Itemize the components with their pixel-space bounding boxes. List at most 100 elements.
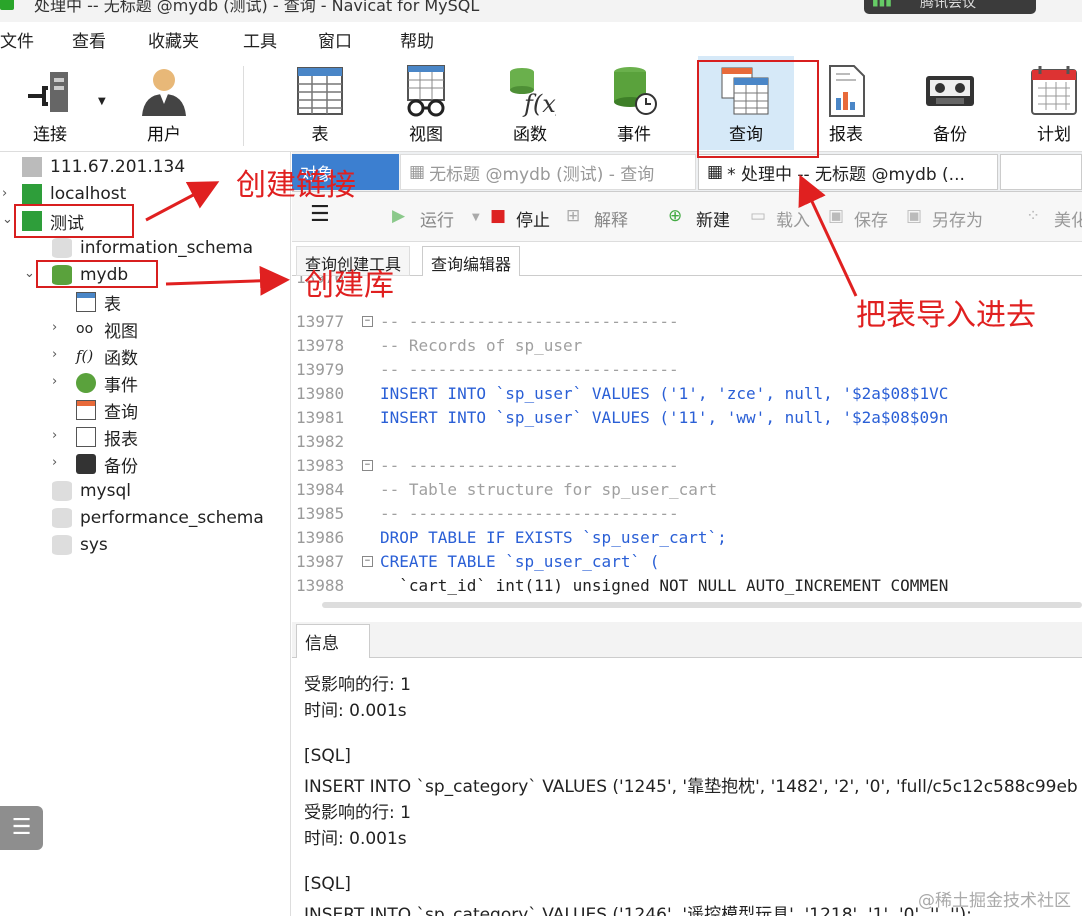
beautify-button[interactable]: 美化 bbox=[1054, 206, 1082, 231]
connection-icon bbox=[22, 184, 42, 204]
chevron-right-icon[interactable]: › bbox=[52, 428, 57, 443]
signal-icon: ▮▮▮ bbox=[872, 0, 892, 8]
menu-icon[interactable]: ☰ bbox=[310, 202, 330, 227]
main-toolbar: 连接 ▼ 用户 表 视图 f(x) 函数 事件 bbox=[0, 56, 1082, 152]
chevron-right-icon[interactable]: › bbox=[52, 347, 57, 362]
line-number: 13986 bbox=[296, 528, 345, 547]
tab-empty[interactable] bbox=[1000, 154, 1082, 190]
toolbar-connection-button[interactable]: 连接 bbox=[10, 56, 90, 150]
tree-node-information-schema[interactable]: information_schema bbox=[52, 235, 253, 261]
info-line: 时间: 0.001s bbox=[304, 701, 407, 721]
chevron-right-icon[interactable]: › bbox=[2, 186, 7, 201]
code-line: CREATE TABLE `sp_user_cart` ( bbox=[380, 552, 660, 571]
tab-info[interactable]: 信息 bbox=[296, 624, 370, 658]
save-as-button[interactable]: 另存为 bbox=[932, 206, 983, 231]
explain-button[interactable]: 解释 bbox=[594, 206, 628, 231]
code-line: DROP TABLE IF EXISTS `sp_user_cart`; bbox=[380, 528, 727, 547]
info-line: 受影响的行: 1 bbox=[304, 675, 411, 695]
run-button[interactable]: 运行 bbox=[420, 206, 454, 231]
floating-list-button[interactable]: ☰ bbox=[0, 806, 43, 850]
tree-node-tables[interactable]: 表 bbox=[76, 289, 121, 315]
code-line: -- ---------------------------- bbox=[380, 456, 679, 475]
tree-node-label: localhost bbox=[50, 184, 127, 204]
menu-file[interactable]: 文件 bbox=[0, 27, 34, 52]
fold-toggle-icon[interactable]: − bbox=[362, 460, 373, 471]
tree-node-label: 查询 bbox=[104, 402, 138, 423]
toolbar-function-button[interactable]: f(x) 函数 bbox=[490, 56, 570, 150]
fold-toggle-icon[interactable]: − bbox=[362, 316, 373, 327]
chevron-down-icon[interactable]: ⌄ bbox=[2, 212, 13, 227]
tab-untitled-query[interactable]: ▦ 无标题 @mydb (测试) - 查询 bbox=[400, 154, 696, 190]
report-icon bbox=[829, 65, 865, 117]
tree-node-label: performance_schema bbox=[80, 508, 264, 528]
explain-icon: ⊞ bbox=[566, 206, 581, 226]
run-dropdown-icon[interactable]: ▼ bbox=[472, 212, 480, 223]
tree-node-backups[interactable]: 备份 bbox=[76, 451, 138, 477]
tree-node-remote-connection[interactable]: 111.67.201.134 bbox=[22, 154, 185, 180]
chevron-right-icon[interactable]: › bbox=[52, 455, 57, 470]
tree-node-views[interactable]: oo 视图 bbox=[76, 316, 138, 342]
menu-view[interactable]: 查看 bbox=[72, 27, 106, 52]
highlight-box-test bbox=[14, 204, 134, 238]
annotation-import-tables: 把表导入进去 bbox=[856, 298, 1036, 333]
line-number: 13979 bbox=[296, 360, 345, 379]
fold-toggle-icon[interactable]: − bbox=[362, 556, 373, 567]
code-line: -- ---------------------------- bbox=[380, 312, 679, 331]
tab-label: 无标题 @mydb (测试) - 查询 bbox=[429, 164, 655, 185]
line-number: 13982 bbox=[296, 432, 345, 451]
tree-node-label: sys bbox=[80, 535, 108, 555]
line-number: 13988 bbox=[296, 576, 345, 595]
tree-node-events[interactable]: 事件 bbox=[76, 370, 138, 396]
window-title: 处理中 -- 无标题 @mydb (测试) - 查询 - Navicat for… bbox=[34, 0, 480, 15]
connection-dropdown-icon[interactable]: ▼ bbox=[98, 96, 106, 107]
chevron-down-icon[interactable]: ⌄ bbox=[24, 266, 35, 281]
tree-node-label: 备份 bbox=[104, 456, 138, 477]
database-icon bbox=[52, 481, 72, 501]
new-button[interactable]: 新建 bbox=[696, 206, 730, 231]
menu-help[interactable]: 帮助 bbox=[400, 27, 434, 52]
main-panel: 对象 ▦ 无标题 @mydb (测试) - 查询 ▦ * 处理中 -- 无标题 @m… bbox=[292, 152, 1082, 916]
toolbar-backup-button[interactable]: 备份 bbox=[910, 56, 990, 150]
load-button[interactable]: 载入 bbox=[776, 206, 810, 231]
editor-horizontal-scrollbar[interactable] bbox=[322, 602, 1082, 608]
toolbar-user-button[interactable]: 用户 bbox=[124, 56, 204, 150]
tree-node-queries[interactable]: 查询 bbox=[76, 397, 138, 423]
tab-processing-query[interactable]: ▦ * 处理中 -- 无标题 @mydb (... bbox=[698, 154, 998, 190]
tree-node-reports[interactable]: 报表 bbox=[76, 424, 138, 450]
view-icon bbox=[407, 65, 445, 117]
toolbar-label: 连接 bbox=[33, 125, 67, 145]
menu-favorites[interactable]: 收藏夹 bbox=[148, 27, 199, 52]
menu-window[interactable]: 窗口 bbox=[318, 27, 352, 52]
query-subtabs: 查询创建工具 查询编辑器 bbox=[292, 242, 1082, 276]
line-number: 13987 bbox=[296, 552, 345, 571]
line-number: 13977 bbox=[296, 312, 345, 331]
connection-icon bbox=[22, 157, 42, 177]
tree-node-performance-schema[interactable]: performance_schema bbox=[52, 505, 264, 531]
line-number: 13984 bbox=[296, 480, 345, 499]
chevron-right-icon[interactable]: › bbox=[52, 374, 57, 389]
tree-node-functions[interactable]: f() 函数 bbox=[76, 343, 138, 369]
tree-node-sys[interactable]: sys bbox=[52, 532, 108, 558]
save-icon: ▣ bbox=[828, 206, 845, 226]
code-line: -- ---------------------------- bbox=[380, 504, 679, 523]
toolbar-event-button[interactable]: 事件 bbox=[594, 56, 674, 150]
query-toolbar: ☰ ▶ 运行 ▼ ■ 停止 ⊞ 解释 ⊕ 新建 ▭ 载入 ▣ 保存 ▣ 另存为 … bbox=[292, 192, 1082, 242]
toolbar-table-button[interactable]: 表 bbox=[280, 56, 360, 150]
line-number: 13985 bbox=[296, 504, 345, 523]
meeting-tray[interactable]: ▮▮▮ 腾讯会议 bbox=[864, 0, 1036, 14]
tree-node-mysql[interactable]: mysql bbox=[52, 478, 131, 504]
svg-text:f(x): f(x) bbox=[522, 90, 556, 118]
save-button[interactable]: 保存 bbox=[854, 206, 888, 231]
info-line: 时间: 0.001s bbox=[304, 829, 407, 849]
tree-node-label: 表 bbox=[104, 294, 121, 315]
toolbar-schedule-button[interactable]: 计划 bbox=[1014, 56, 1082, 150]
chevron-right-icon[interactable]: › bbox=[52, 320, 57, 335]
tree-node-label: mysql bbox=[80, 481, 131, 501]
toolbar-label: 用户 bbox=[147, 125, 181, 145]
stop-button[interactable]: 停止 bbox=[516, 206, 550, 231]
toolbar-view-button[interactable]: 视图 bbox=[386, 56, 466, 150]
info-line: INSERT INTO `sp_category` VALUES ('1246'… bbox=[304, 905, 972, 916]
menu-tools[interactable]: 工具 bbox=[243, 27, 277, 52]
code-line: -- Records of sp_user bbox=[380, 336, 583, 355]
tab-query-editor[interactable]: 查询编辑器 bbox=[422, 246, 521, 276]
